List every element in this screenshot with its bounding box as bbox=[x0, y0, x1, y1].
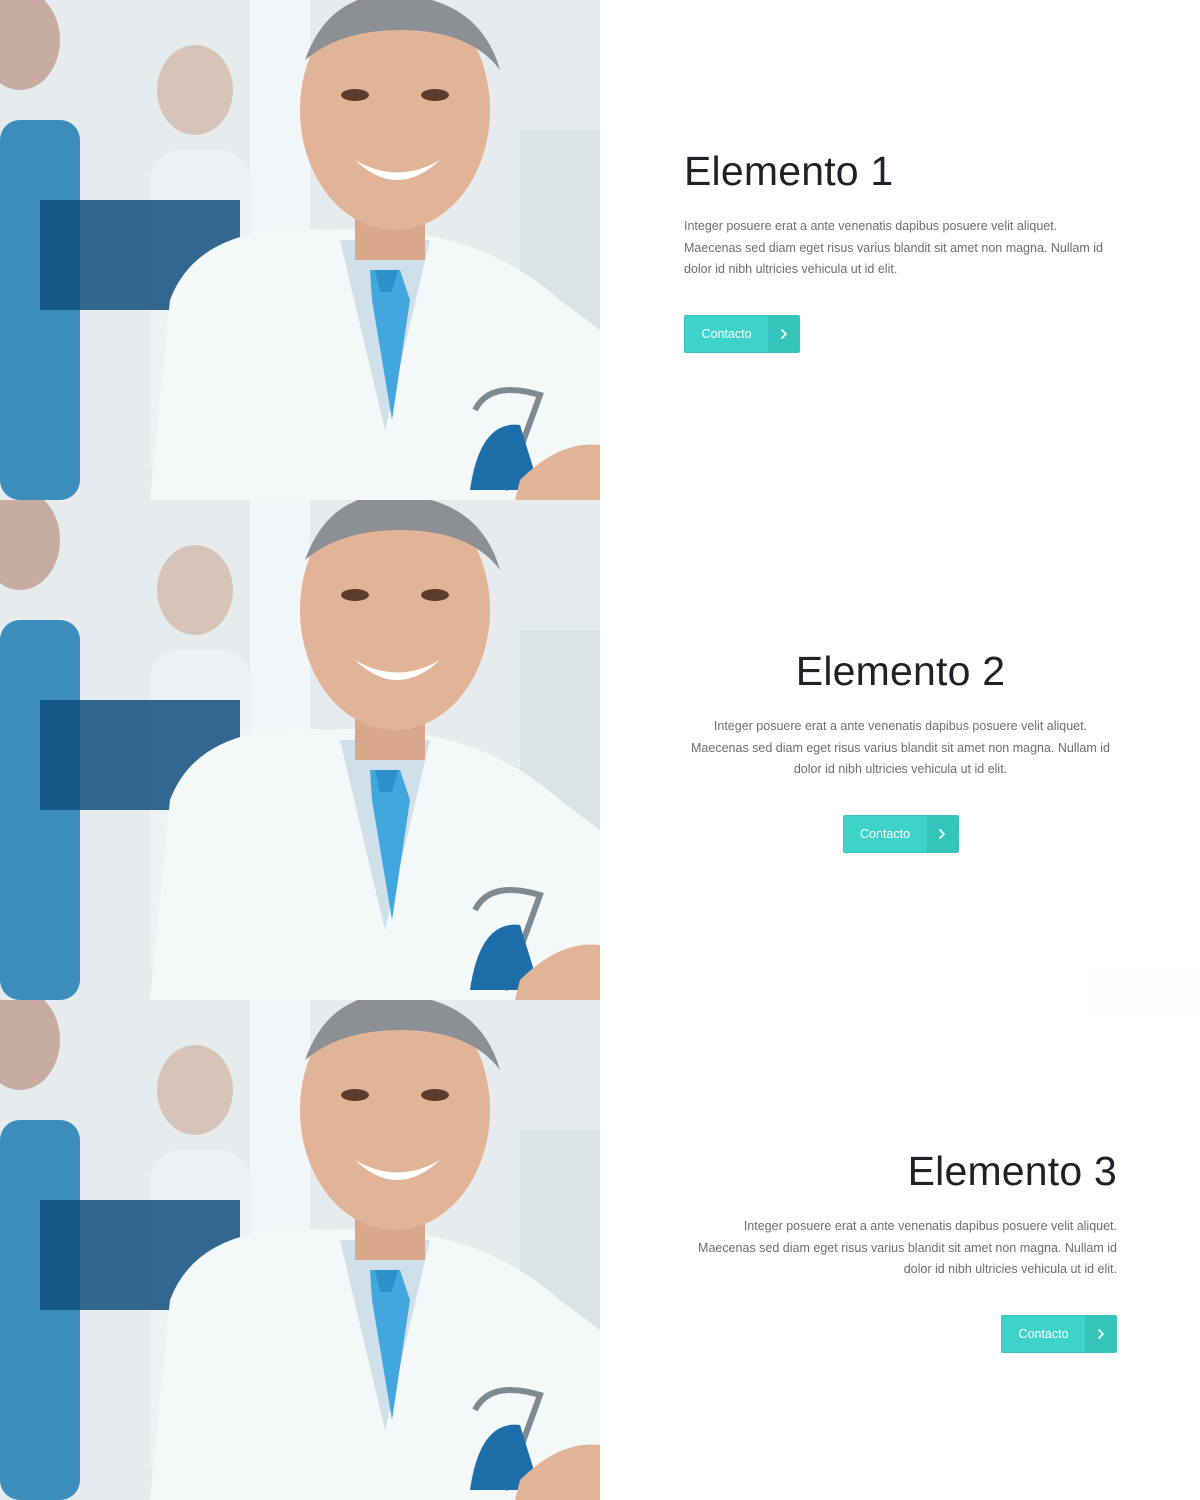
contact-button-label: Contacto bbox=[1018, 1327, 1069, 1342]
feature-title: Elemento 2 bbox=[795, 648, 1006, 694]
feature-title: Elemento 1 bbox=[684, 148, 894, 194]
feature-content-2: Elemento 2 Integer posuere erat a ante v… bbox=[600, 500, 1200, 1000]
feature-description: Integer posuere erat a ante venenatis da… bbox=[698, 1219, 1117, 1277]
feature-text-block-1: Elemento 1 Integer posuere erat a ante v… bbox=[684, 146, 1117, 354]
contact-button[interactable]: Contacto bbox=[684, 315, 800, 354]
feature-text-block-3: Elemento 3 Integer posuere erat a ante v… bbox=[684, 1146, 1117, 1354]
contact-button-label: Contacto bbox=[859, 827, 911, 842]
contact-button[interactable]: Contacto bbox=[1001, 1315, 1117, 1354]
feature-text-block-2: Elemento 2 Integer posuere erat a ante v… bbox=[684, 646, 1117, 854]
chevron-right-icon bbox=[768, 316, 799, 353]
doctor-photo-icon bbox=[0, 0, 600, 500]
chevron-right-icon bbox=[926, 816, 958, 853]
contact-button-label: Contacto bbox=[701, 327, 752, 342]
faint-overlay-box bbox=[1088, 970, 1200, 1014]
page: Elemento 1 Integer posuere erat a ante v… bbox=[0, 0, 1200, 1500]
feature-description: Integer posuere erat a ante venenatis da… bbox=[684, 219, 1103, 277]
feature-content-1: Elemento 1 Integer posuere erat a ante v… bbox=[600, 0, 1200, 500]
doctor-photo-icon bbox=[0, 500, 600, 1000]
doctor-photo-icon bbox=[0, 1000, 600, 1500]
feature-content-3: Elemento 3 Integer posuere erat a ante v… bbox=[600, 1000, 1200, 1500]
feature-title: Elemento 3 bbox=[907, 1148, 1117, 1194]
feature-row-1: Elemento 1 Integer posuere erat a ante v… bbox=[0, 0, 1200, 500]
feature-row-3: Elemento 3 Integer posuere erat a ante v… bbox=[0, 1000, 1200, 1500]
feature-row-2: Elemento 2 Integer posuere erat a ante v… bbox=[0, 500, 1200, 1000]
contact-button[interactable]: Contacto bbox=[842, 815, 959, 854]
chevron-right-icon bbox=[1085, 1316, 1116, 1353]
feature-description: Integer posuere erat a ante venenatis da… bbox=[691, 719, 1110, 777]
